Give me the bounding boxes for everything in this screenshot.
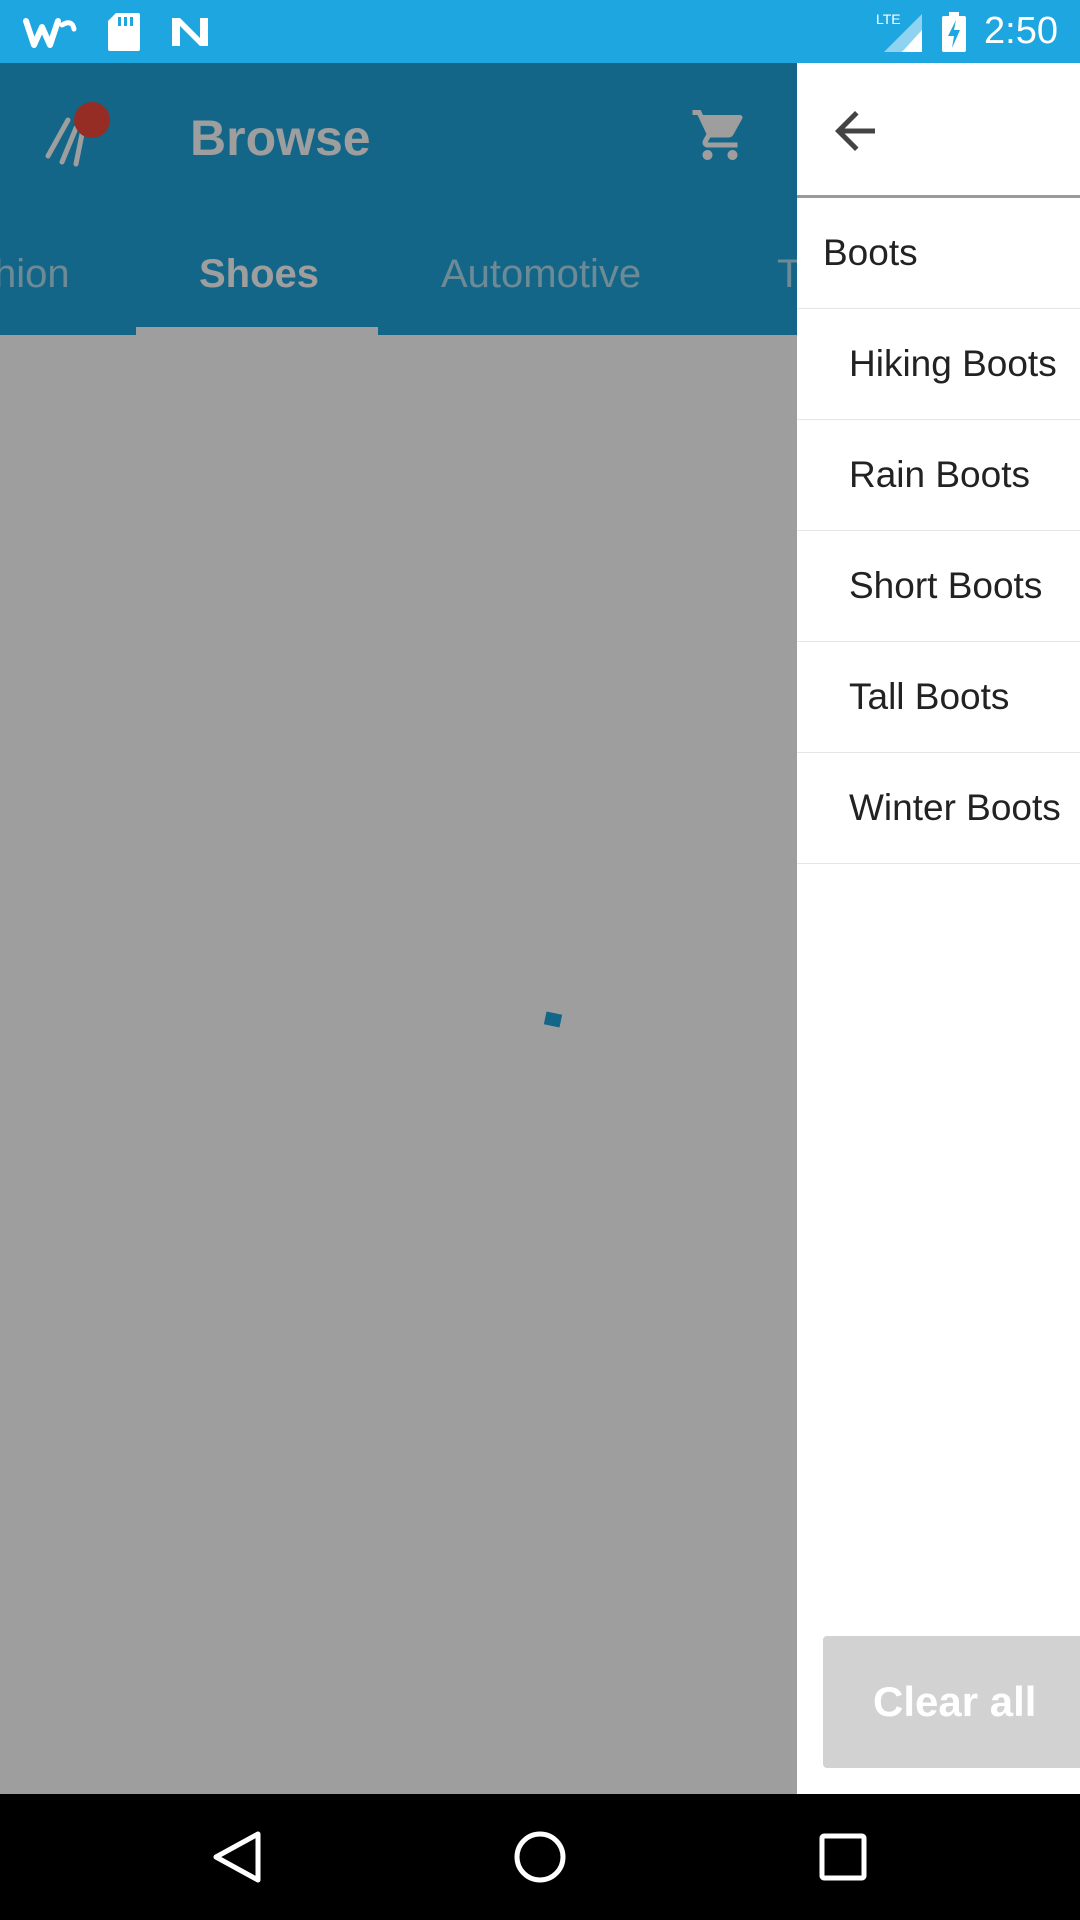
drawer-header xyxy=(797,63,1080,198)
category-list: Boots Hiking Boots Rain Boots Short Boot… xyxy=(797,198,1080,864)
battery-charging-icon xyxy=(942,11,967,52)
nav-recents-icon[interactable] xyxy=(808,1822,878,1892)
category-item-tall-boots[interactable]: Tall Boots xyxy=(797,642,1080,753)
nav-back-icon[interactable] xyxy=(202,1822,272,1892)
category-item-rain-boots[interactable]: Rain Boots xyxy=(797,420,1080,531)
status-bar: LTE 2:50 xyxy=(0,0,1080,63)
back-arrow-icon[interactable] xyxy=(825,101,885,161)
sd-card-icon xyxy=(108,12,140,51)
nav-home-icon[interactable] xyxy=(505,1822,575,1892)
navigation-bar xyxy=(0,1794,1080,1920)
n-icon xyxy=(170,16,210,48)
category-item-short-boots[interactable]: Short Boots xyxy=(797,531,1080,642)
category-item-winter-boots[interactable]: Winter Boots xyxy=(797,753,1080,864)
wish-icon xyxy=(22,15,78,49)
category-item-boots[interactable]: Boots xyxy=(797,198,1080,309)
status-time: 2:50 xyxy=(984,10,1058,52)
category-item-hiking-boots[interactable]: Hiking Boots xyxy=(797,309,1080,420)
svg-text:LTE: LTE xyxy=(876,11,901,27)
filter-drawer: Boots Hiking Boots Rain Boots Short Boot… xyxy=(797,63,1080,1794)
screen: LTE 2:50 Browse hion Shoes Automotive T … xyxy=(0,0,1080,1920)
signal-icon: LTE xyxy=(876,10,924,54)
clear-all-button[interactable]: Clear all xyxy=(823,1636,1080,1768)
